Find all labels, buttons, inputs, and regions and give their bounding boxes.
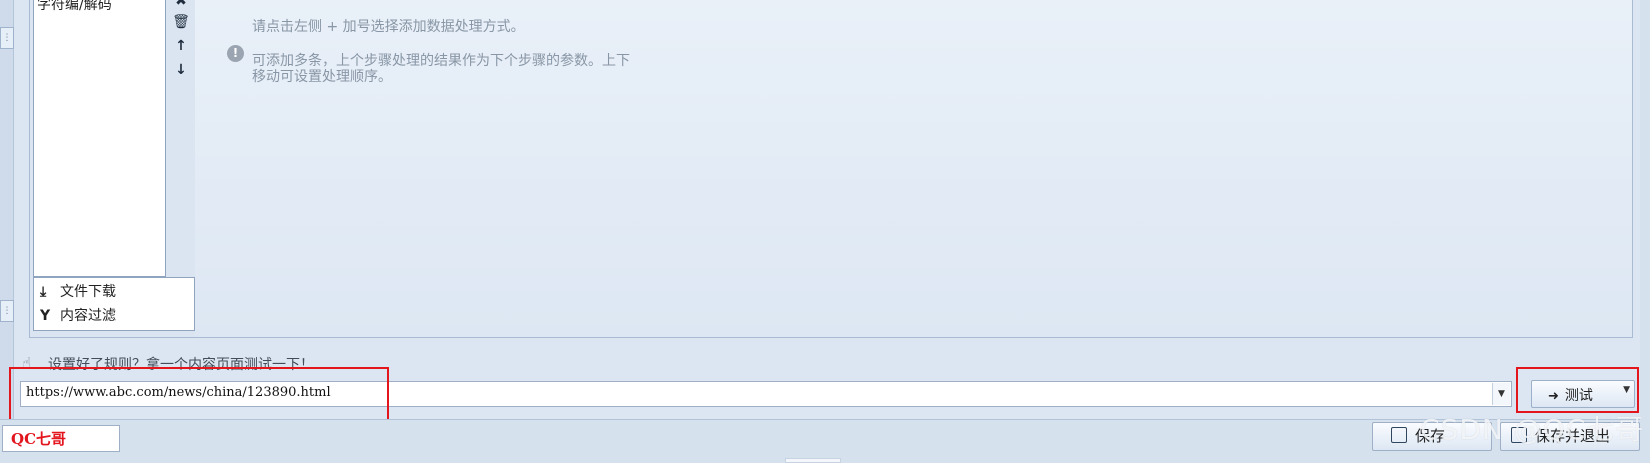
logo-text: QC七哥: [11, 430, 67, 448]
processing-rule-list[interactable]: [33, 0, 166, 277]
download-type-item[interactable]: ⤓ 文件下载: [40, 280, 116, 304]
chevron-down-icon[interactable]: ▼: [1492, 383, 1510, 405]
filter-type-item[interactable]: Y 内容过滤: [40, 304, 116, 328]
rule-detail-panel: [195, 0, 1632, 337]
logo: QC七哥: [2, 425, 120, 452]
filter-label: 内容过滤: [60, 308, 116, 324]
download-icon: ⤓: [40, 284, 47, 300]
save-icon: [1391, 427, 1407, 443]
scrollbar-thumb[interactable]: [785, 458, 841, 463]
watermark: CSDN @QC七哥: [1420, 413, 1645, 446]
download-label: 文件下载: [60, 284, 116, 300]
list-item[interactable]: 字符编/解码: [37, 0, 112, 14]
highlight-box-test: [1516, 367, 1639, 413]
trash-icon[interactable]: 🗑: [170, 11, 192, 33]
left-tab-2[interactable]: ⋮: [0, 300, 14, 322]
add-hint-text: 请点击左侧 + 加号选择添加数据处理方式。: [252, 19, 525, 35]
arrow-up-icon[interactable]: ↑: [170, 35, 192, 57]
left-tab-1[interactable]: ⋮: [0, 27, 14, 49]
right-edge: [1640, 0, 1650, 420]
highlight-box-url: [9, 367, 389, 424]
info-icon: !: [227, 45, 244, 62]
order-hint-text: 可添加多条，上个步骤处理的结果作为下个步骤的参数。上下移动可设置处理顺序。: [252, 53, 630, 85]
rule-toolbar: ✖ 🗑 ↑ ↓: [167, 0, 195, 98]
filter-icon: Y: [40, 308, 51, 324]
processing-type-menu: ⤓ 文件下载 Y 内容过滤: [33, 277, 195, 331]
arrow-down-icon[interactable]: ↓: [170, 59, 192, 81]
